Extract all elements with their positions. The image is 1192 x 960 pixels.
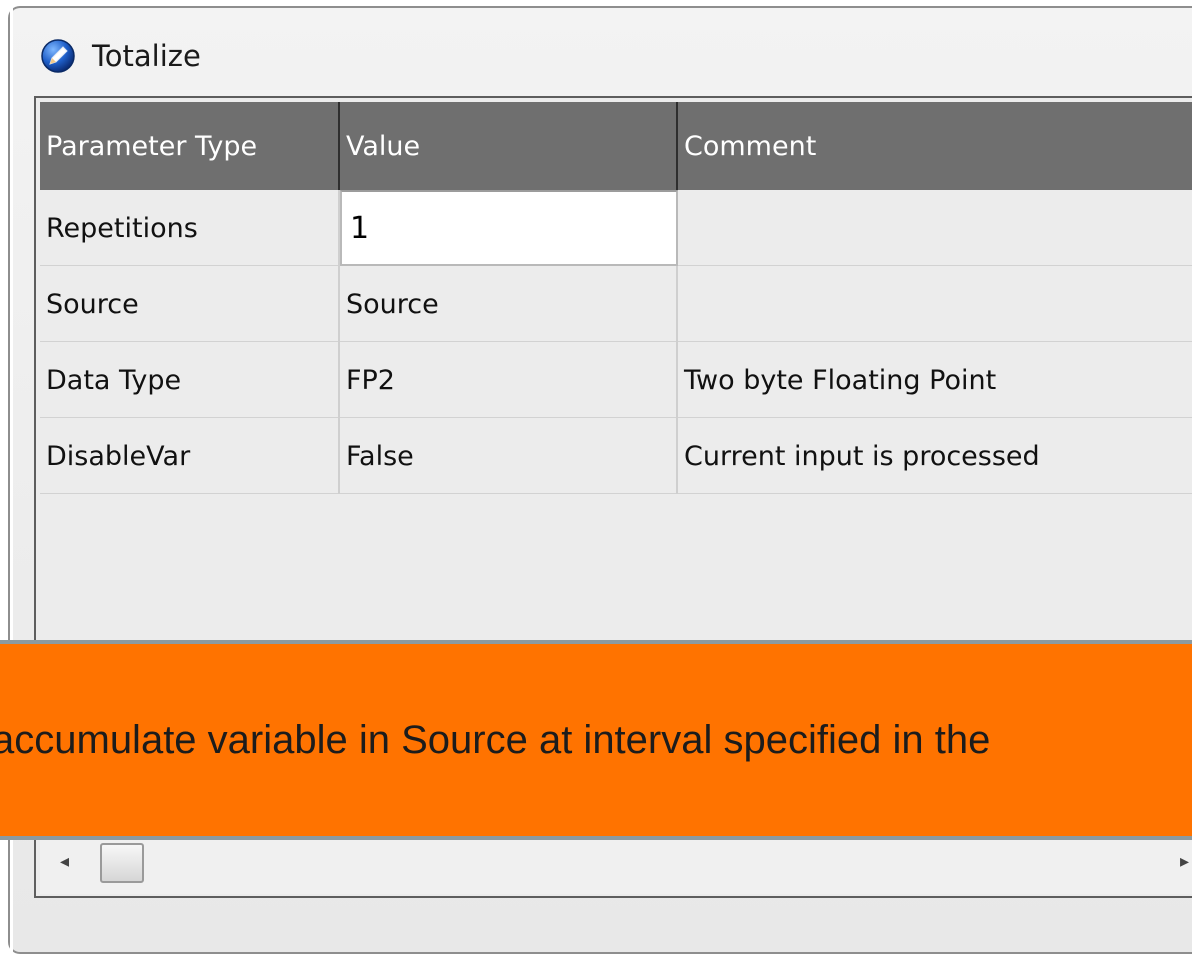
param-cell[interactable]: DisableVar (40, 418, 340, 494)
value-cell[interactable]: False (340, 418, 678, 494)
param-cell[interactable]: Repetitions (40, 190, 340, 266)
param-cell[interactable]: Data Type (40, 342, 340, 418)
comment-cell[interactable]: Current input is processed (678, 418, 1192, 494)
window-titlebar[interactable]: Totalize (40, 36, 201, 76)
table-row-disablevar[interactable]: DisableVar False Current input is proces… (40, 418, 1192, 494)
comment-cell[interactable]: Two byte Floating Point (678, 342, 1192, 418)
repetitions-value-input[interactable]: 1 (340, 190, 678, 266)
value-cell[interactable]: FP2 (340, 342, 678, 418)
pencil-icon (41, 39, 75, 73)
window-title: Totalize (92, 39, 201, 73)
scroll-left-arrow-icon[interactable]: ◂ (60, 851, 80, 875)
grid-rows: Repetitions 1 Source Source Data Type FP… (40, 190, 1192, 494)
scrollbar-thumb[interactable] (100, 843, 144, 883)
column-header-value[interactable]: Value (340, 102, 678, 190)
annotation-banner: accumulate variable in Source at interva… (0, 640, 1192, 840)
grid-header: Parameter Type Value Comment (40, 102, 1192, 190)
comment-cell[interactable] (678, 266, 1192, 342)
scroll-right-arrow-icon[interactable]: ▸ (1180, 851, 1192, 875)
comment-cell[interactable] (678, 190, 1192, 266)
table-row-repetitions[interactable]: Repetitions 1 (40, 190, 1192, 266)
table-row-data-type[interactable]: Data Type FP2 Two byte Floating Point (40, 342, 1192, 418)
column-header-comment[interactable]: Comment (678, 102, 1192, 190)
value-cell[interactable]: Source (340, 266, 678, 342)
annotation-text: accumulate variable in Source at interva… (0, 717, 991, 762)
param-cell[interactable]: Source (40, 266, 340, 342)
column-header-parameter-type[interactable]: Parameter Type (40, 102, 340, 190)
table-row-source[interactable]: Source Source (40, 266, 1192, 342)
